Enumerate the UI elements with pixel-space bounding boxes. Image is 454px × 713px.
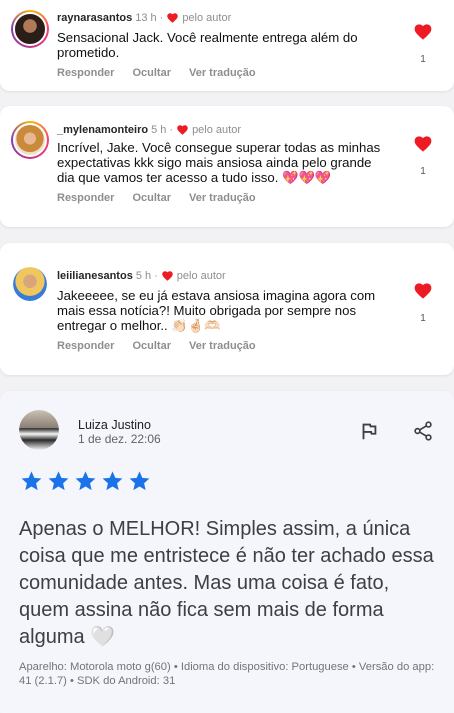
review-date: 1 de dez. 22:06 <box>78 432 161 446</box>
translate-button[interactable]: Ver tradução <box>189 340 256 352</box>
like-count: 1 <box>420 54 426 65</box>
star-rating <box>20 470 151 492</box>
heart-icon <box>177 125 188 135</box>
device-info: Aparelho: Motorola moto g(60) • Idioma d… <box>19 661 435 687</box>
comment-text: Sensacional Jack. Você realmente entrega… <box>57 30 358 60</box>
author-badge: pelo autor <box>176 270 226 282</box>
star-icon <box>75 471 96 491</box>
comment-meta: leiilianesantos 5 h · pelo autor <box>57 270 226 282</box>
heart-icon <box>167 13 179 23</box>
reply-button[interactable]: Responder <box>57 192 114 204</box>
username[interactable]: raynarasantos <box>57 12 132 24</box>
avatar[interactable] <box>13 267 47 301</box>
share-icon[interactable] <box>412 420 434 442</box>
comment-card: _mylenamonteiro 5 h · pelo autor Incríve… <box>0 106 454 227</box>
like-count: 1 <box>420 166 426 177</box>
author-badge: pelo autor <box>182 12 232 24</box>
reviewer-avatar <box>19 410 59 450</box>
like-control: 1 <box>414 283 432 324</box>
review-text: Apenas o MELHOR! Simples assim, a única … <box>19 518 434 648</box>
username[interactable]: _mylenamonteiro <box>57 124 148 136</box>
avatar[interactable] <box>11 10 49 48</box>
timestamp: 5 h <box>151 124 167 136</box>
heart-icon <box>162 271 173 281</box>
timestamp: 5 h <box>135 270 152 282</box>
comment-actions: Responder Ocultar Ver tradução <box>57 67 256 79</box>
hide-button[interactable]: Ocultar <box>132 67 171 79</box>
comment-meta: raynarasantos 13 h · pelo autor <box>57 12 232 24</box>
star-icon <box>21 471 42 491</box>
heart-icon[interactable] <box>414 136 432 152</box>
comment-text: Incrível, Jake. Você consegue superar to… <box>57 140 381 185</box>
reply-button[interactable]: Responder <box>57 340 114 352</box>
translate-button[interactable]: Ver tradução <box>189 67 256 79</box>
flag-icon[interactable] <box>358 420 380 442</box>
translate-button[interactable]: Ver tradução <box>189 192 256 204</box>
star-icon <box>102 471 123 491</box>
star-icon <box>48 471 69 491</box>
like-control: 1 <box>414 24 432 65</box>
comment-card: leiilianesantos 5 h · pelo autor Jakeeee… <box>0 243 454 375</box>
like-count: 1 <box>420 313 426 324</box>
comment-actions: Responder Ocultar Ver tradução <box>57 340 256 352</box>
username[interactable]: leiilianesantos <box>57 270 133 282</box>
reviewer-name: Luiza Justino <box>78 418 151 432</box>
comment-actions: Responder Ocultar Ver tradução <box>57 192 256 204</box>
hide-button[interactable]: Ocultar <box>132 192 171 204</box>
hide-button[interactable]: Ocultar <box>132 340 171 352</box>
avatar[interactable] <box>11 121 49 159</box>
reply-button[interactable]: Responder <box>57 67 114 79</box>
like-control: 1 <box>414 136 432 177</box>
star-icon <box>129 471 150 491</box>
comment-meta: _mylenamonteiro 5 h · pelo autor <box>57 124 241 136</box>
heart-icon[interactable] <box>414 24 432 40</box>
comment-text: Jakeeeee, se eu já estava ansiosa imagin… <box>57 288 376 333</box>
heart-icon[interactable] <box>414 283 432 299</box>
author-badge: pelo autor <box>192 124 241 136</box>
comment-card: raynarasantos 13 h · pelo autor Sensacio… <box>0 0 454 91</box>
timestamp: 13 h <box>135 12 157 24</box>
